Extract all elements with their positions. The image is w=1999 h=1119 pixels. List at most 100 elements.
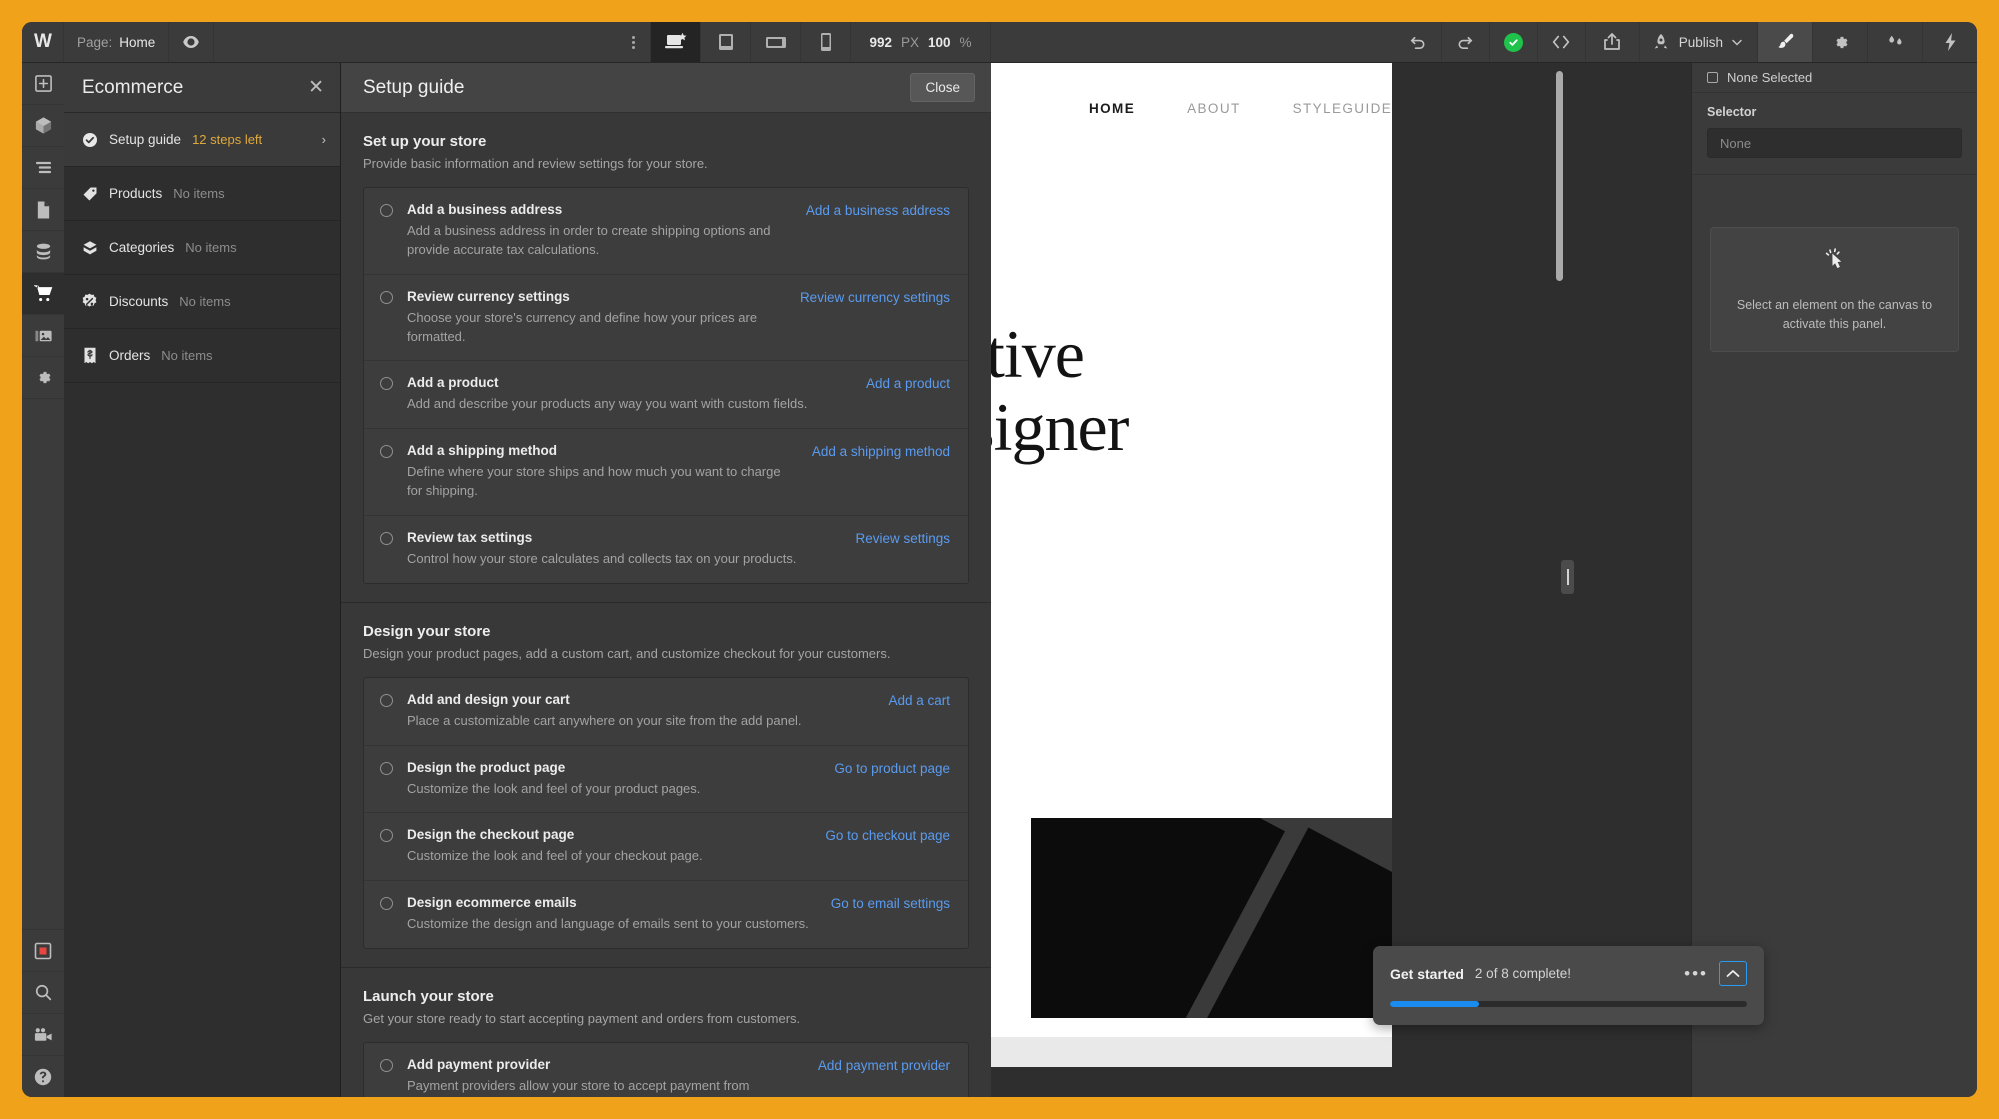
nav-link-styleguide[interactable]: STYLEGUIDE bbox=[1293, 101, 1392, 116]
task-checkbox-icon[interactable] bbox=[380, 290, 393, 304]
viewport-mobile-portrait-button[interactable] bbox=[801, 22, 852, 62]
task-action-link[interactable]: Add a cart bbox=[888, 693, 950, 708]
ecommerce-item-products[interactable]: Products No items bbox=[64, 167, 340, 221]
viewport-size-display[interactable]: 992 PX 100 % bbox=[851, 22, 991, 62]
navigator-lines-icon bbox=[34, 160, 53, 175]
redo-button[interactable] bbox=[1442, 22, 1490, 62]
nav-link-about[interactable]: ABOUT bbox=[1187, 101, 1241, 116]
ecommerce-item-orders[interactable]: Orders No items bbox=[64, 329, 340, 383]
viewport-mobile-landscape-button[interactable] bbox=[751, 22, 802, 62]
task-action-link[interactable]: Add a product bbox=[866, 376, 950, 391]
task-checkbox-icon[interactable] bbox=[380, 531, 393, 545]
rail-assets[interactable] bbox=[22, 315, 64, 357]
rail-pages[interactable] bbox=[22, 189, 64, 231]
ecommerce-panel: Ecommerce ✕ Setup guide 12 steps left › bbox=[64, 63, 341, 1097]
interactions-panel-tab[interactable] bbox=[1867, 22, 1922, 62]
viewport-desktop-button[interactable] bbox=[651, 22, 702, 62]
webflow-logo[interactable]: W bbox=[22, 22, 64, 62]
task-row[interactable]: Review tax settings Control how your sto… bbox=[364, 516, 968, 583]
eye-icon bbox=[182, 33, 200, 51]
rail-ecommerce[interactable] bbox=[22, 273, 64, 315]
rail-help[interactable] bbox=[22, 1055, 64, 1097]
horizontal-dots-icon[interactable]: ••• bbox=[1684, 965, 1708, 982]
guide-section: Design your store Design your product pa… bbox=[341, 603, 991, 969]
canvas-resize-handle[interactable] bbox=[1561, 560, 1574, 594]
task-row[interactable]: Add and design your cart Place a customi… bbox=[364, 678, 968, 746]
task-checkbox-icon[interactable] bbox=[380, 204, 393, 217]
rail-add-elements[interactable] bbox=[22, 63, 64, 105]
task-checkbox-icon[interactable] bbox=[380, 1059, 393, 1073]
task-action-link[interactable]: Add payment provider bbox=[818, 1058, 950, 1073]
task-title: Design the checkout page bbox=[407, 827, 575, 843]
style-panel: None Selected Selector None Select an el… bbox=[1691, 63, 1977, 1097]
task-action-link[interactable]: Go to checkout page bbox=[825, 828, 950, 843]
selection-checkbox-icon bbox=[1707, 72, 1718, 83]
apps-panel-tab[interactable] bbox=[1922, 22, 1977, 62]
preview-toggle[interactable] bbox=[169, 22, 215, 62]
rail-components[interactable] bbox=[22, 105, 64, 147]
task-checkbox-icon[interactable] bbox=[380, 897, 393, 911]
task-row[interactable]: Add a product Add and describe your prod… bbox=[364, 361, 968, 430]
task-checkbox-icon[interactable] bbox=[380, 761, 393, 775]
top-toolbar: W Page: Home 992 PX 100 % Publish bbox=[22, 22, 1977, 63]
style-panel-tab[interactable] bbox=[1757, 22, 1813, 62]
rocket-icon bbox=[1652, 33, 1670, 52]
rail-video-tutorials[interactable] bbox=[22, 1013, 64, 1055]
ecommerce-panel-title: Ecommerce bbox=[82, 76, 184, 98]
save-status-indicator[interactable] bbox=[1490, 22, 1538, 62]
task-row[interactable]: Add payment provider Payment providers a… bbox=[364, 1043, 968, 1097]
task-row[interactable]: Design the checkout page Customize the l… bbox=[364, 813, 968, 882]
check-circle-icon bbox=[81, 131, 98, 148]
close-icon[interactable]: ✕ bbox=[308, 78, 324, 97]
chevron-up-icon[interactable] bbox=[1719, 961, 1747, 986]
rail-navigator[interactable] bbox=[22, 147, 64, 189]
ecommerce-item-categories[interactable]: Categories No items bbox=[64, 221, 340, 275]
publish-button[interactable]: Publish bbox=[1640, 22, 1757, 62]
task-action-link[interactable]: Go to email settings bbox=[831, 896, 950, 911]
task-checkbox-icon[interactable] bbox=[380, 693, 393, 707]
task-row[interactable]: Design ecommerce emails Customize the de… bbox=[364, 881, 968, 948]
task-checkbox-icon[interactable] bbox=[380, 445, 393, 459]
rail-cms[interactable] bbox=[22, 231, 64, 273]
selector-input[interactable]: None bbox=[1707, 128, 1962, 158]
nav-link-home[interactable]: HOME bbox=[1089, 101, 1135, 116]
website-preview-page[interactable]: HOME ABOUT STYLEGUIDE reative designer a… bbox=[991, 63, 1392, 1067]
settings-panel-tab[interactable] bbox=[1812, 22, 1867, 62]
share-button[interactable] bbox=[1586, 22, 1640, 62]
close-button[interactable]: Close bbox=[910, 73, 975, 102]
red-square-icon bbox=[34, 942, 52, 960]
task-checkbox-icon[interactable] bbox=[380, 377, 393, 391]
task-texts: Add payment provider Payment providers a… bbox=[407, 1057, 818, 1097]
toolbar-more-button[interactable] bbox=[617, 22, 652, 62]
task-description: Payment providers allow your store to ac… bbox=[407, 1078, 750, 1097]
task-texts: Add a business address Add a business ad… bbox=[407, 202, 806, 260]
task-action-link[interactable]: Review currency settings bbox=[800, 290, 950, 305]
task-action-link[interactable]: Review settings bbox=[855, 531, 950, 546]
page-selector[interactable]: Page: Home bbox=[64, 22, 170, 62]
ecommerce-item-meta: No items bbox=[185, 240, 237, 255]
task-action-link[interactable]: Go to product page bbox=[834, 761, 950, 776]
ecommerce-item-discounts[interactable]: Discounts No items bbox=[64, 275, 340, 329]
viewport-tablet-button[interactable] bbox=[701, 22, 752, 62]
canvas-scrollbar[interactable] bbox=[1556, 71, 1563, 281]
task-row[interactable]: Add a business address Add a business ad… bbox=[364, 188, 968, 275]
task-checkbox-icon[interactable] bbox=[380, 829, 393, 843]
guide-section-header: Design your store Design your product pa… bbox=[341, 603, 991, 677]
ecommerce-item-setup-guide[interactable]: Setup guide 12 steps left › bbox=[64, 113, 340, 167]
task-action-link[interactable]: Add a business address bbox=[806, 203, 950, 218]
task-action-link[interactable]: Add a shipping method bbox=[812, 444, 950, 459]
task-description: Add and describe your products any way y… bbox=[407, 396, 808, 412]
task-row[interactable]: Design the product page Customize the lo… bbox=[364, 746, 968, 814]
rail-search[interactable] bbox=[22, 971, 64, 1013]
undo-icon bbox=[1408, 33, 1427, 52]
setup-guide-body[interactable]: Set up your store Provide basic informat… bbox=[341, 113, 991, 1097]
design-canvas[interactable]: HOME ABOUT STYLEGUIDE reative designer a… bbox=[991, 63, 1691, 1097]
code-view-button[interactable] bbox=[1538, 22, 1586, 62]
task-row[interactable]: Review currency settings Choose your sto… bbox=[364, 275, 968, 362]
task-row[interactable]: Add a shipping method Define where your … bbox=[364, 429, 968, 516]
rail-audit[interactable] bbox=[22, 929, 64, 971]
rail-project-settings[interactable] bbox=[22, 357, 64, 399]
task-description: Customize the look and feel of your prod… bbox=[407, 780, 701, 796]
question-circle-icon bbox=[33, 1067, 53, 1087]
undo-button[interactable] bbox=[1394, 22, 1442, 62]
